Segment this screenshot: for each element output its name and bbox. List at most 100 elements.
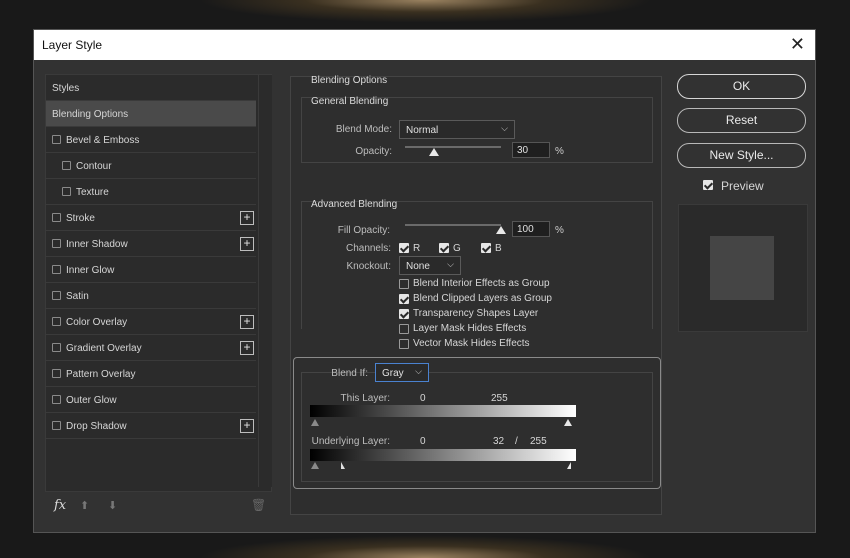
add-icon[interactable]: +	[240, 315, 254, 329]
knockout-label: Knockout:	[346, 261, 391, 272]
opacity-input[interactable]: 30	[512, 142, 550, 158]
move-down-icon[interactable]: ⬇	[108, 499, 117, 512]
style-item-inner-shadow[interactable]: Inner Shadow +	[46, 231, 256, 257]
channel-b-label: B	[495, 243, 502, 254]
style-item-label: Outer Glow	[66, 395, 117, 406]
styles-list-scrollbar[interactable]	[258, 75, 272, 487]
blending-options-title: Blending Options	[311, 75, 388, 86]
blend-if-label: Blend If:	[331, 368, 368, 379]
blend-mode-label: Blend Mode:	[335, 124, 392, 135]
underlying-layer-gradient	[310, 449, 576, 461]
add-icon[interactable]: +	[240, 419, 254, 433]
fill-opacity-unit: %	[555, 225, 564, 236]
style-item-checkbox[interactable]	[52, 317, 61, 326]
style-item-bevel-emboss[interactable]: Bevel & Emboss	[46, 127, 256, 153]
chevron-down-icon: ⌵	[501, 123, 508, 133]
style-item-checkbox[interactable]	[52, 213, 61, 222]
style-item-blending-options[interactable]: Blending Options	[46, 101, 256, 127]
style-item-checkbox[interactable]	[52, 265, 61, 274]
preview-checkbox[interactable]	[703, 180, 713, 190]
blending-options-panel: Blending Options General Blending Blend …	[290, 75, 662, 515]
fill-opacity-slider[interactable]	[405, 224, 501, 226]
style-item-checkbox[interactable]	[52, 135, 61, 144]
blend-if-group: Blend If: Gray ⌵ This Layer: 0 255 Under…	[293, 357, 661, 489]
style-item-contour[interactable]: Contour	[46, 153, 256, 179]
channel-r-checkbox[interactable]	[399, 243, 409, 253]
this-layer-label: This Layer:	[340, 393, 390, 404]
style-item-checkbox[interactable]	[62, 161, 71, 170]
option-label: Layer Mask Hides Effects	[413, 323, 527, 334]
style-item-pattern-overlay[interactable]: Pattern Overlay	[46, 361, 256, 387]
opacity-slider-thumb[interactable]	[428, 148, 439, 156]
style-item-texture[interactable]: Texture	[46, 179, 256, 205]
channel-b-checkbox[interactable]	[481, 243, 491, 253]
underlying-split-low-value: 32	[493, 436, 505, 447]
option-checkbox[interactable]	[399, 339, 409, 349]
preview-swatch	[710, 236, 774, 300]
this-layer-gradient	[310, 405, 576, 417]
knockout-select[interactable]: None ⌵	[399, 256, 461, 275]
style-item-checkbox[interactable]	[52, 395, 61, 404]
style-item-label: Texture	[76, 187, 109, 198]
close-icon[interactable]: ✕	[790, 34, 805, 55]
add-icon[interactable]: +	[240, 341, 254, 355]
style-item-inner-glow[interactable]: Inner Glow	[46, 257, 256, 283]
option-checkbox[interactable]	[399, 309, 409, 319]
chevron-down-icon: ⌵	[447, 259, 454, 269]
style-item-gradient-overlay[interactable]: Gradient Overlay +	[46, 335, 256, 361]
underlying-low-value: 0	[420, 436, 426, 447]
channels-label: Channels:	[345, 243, 391, 254]
option-label: Vector Mask Hides Effects	[413, 338, 530, 349]
underlying-black-slider-right-half[interactable]	[341, 462, 345, 469]
move-up-icon[interactable]: ⬆	[80, 499, 89, 512]
layer-style-dialog: Layer Style ✕ Styles Blending Options Beve…	[33, 29, 816, 533]
fx-icon[interactable]: fx	[54, 498, 66, 513]
preview-thumbnail	[678, 204, 808, 332]
fill-opacity-label: Fill Opacity:	[337, 225, 390, 236]
underlying-black-slider-left-half[interactable]	[311, 462, 319, 469]
style-item-checkbox[interactable]	[52, 239, 61, 248]
underlying-white-slider[interactable]	[567, 462, 571, 469]
underlying-layer-label: Underlying Layer:	[311, 436, 390, 447]
knockout-value: None	[406, 261, 430, 272]
style-item-outer-glow[interactable]: Outer Glow	[46, 387, 256, 413]
option-checkbox[interactable]	[399, 324, 409, 334]
underlying-separator: /	[515, 436, 518, 447]
channel-g-checkbox[interactable]	[439, 243, 449, 253]
style-item-color-overlay[interactable]: Color Overlay +	[46, 309, 256, 335]
style-item-checkbox[interactable]	[52, 369, 61, 378]
preview-label: Preview	[721, 179, 764, 193]
this-layer-black-slider[interactable]	[311, 419, 319, 426]
reset-button[interactable]: Reset	[677, 108, 806, 133]
ok-button[interactable]: OK	[677, 74, 806, 99]
fill-opacity-input[interactable]: 100	[512, 221, 550, 237]
this-layer-high-value: 255	[491, 393, 508, 404]
blend-mode-select[interactable]: Normal ⌵	[399, 120, 515, 139]
this-layer-low-value: 0	[420, 393, 426, 404]
channel-g-label: G	[453, 243, 461, 254]
fill-opacity-slider-thumb[interactable]	[496, 226, 506, 234]
style-item-checkbox[interactable]	[52, 291, 61, 300]
style-item-styles[interactable]: Styles	[46, 75, 256, 101]
style-item-satin[interactable]: Satin	[46, 283, 256, 309]
trash-icon[interactable]: 🗑	[251, 498, 266, 512]
underlying-high-value: 255	[530, 436, 547, 447]
dialog-title: Layer Style	[42, 38, 103, 52]
blend-if-select[interactable]: Gray ⌵	[375, 363, 429, 382]
new-style-button[interactable]: New Style...	[677, 143, 806, 168]
style-item-checkbox[interactable]	[62, 187, 71, 196]
add-icon[interactable]: +	[240, 211, 254, 225]
style-item-stroke[interactable]: Stroke +	[46, 205, 256, 231]
style-item-checkbox[interactable]	[52, 343, 61, 352]
this-layer-white-slider[interactable]	[564, 419, 572, 426]
style-item-label: Inner Shadow	[66, 239, 128, 250]
opacity-slider[interactable]	[405, 146, 501, 148]
add-icon[interactable]: +	[240, 237, 254, 251]
blend-if-value: Gray	[382, 368, 404, 379]
style-item-checkbox[interactable]	[52, 421, 61, 430]
style-item-label: Inner Glow	[66, 265, 115, 276]
option-checkbox[interactable]	[399, 294, 409, 304]
option-checkbox[interactable]	[399, 279, 409, 289]
general-blending-title: General Blending	[311, 96, 389, 107]
style-item-drop-shadow[interactable]: Drop Shadow +	[46, 413, 256, 439]
